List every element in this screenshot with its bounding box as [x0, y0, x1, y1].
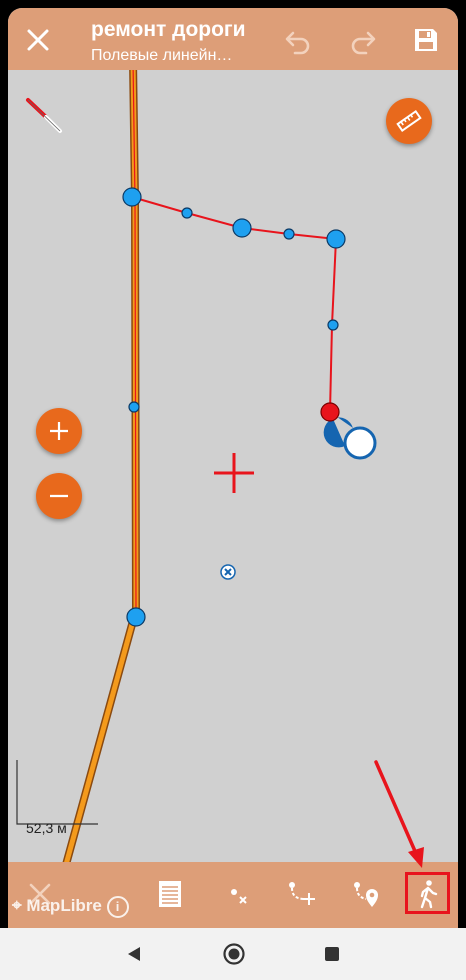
home-button[interactable]: [219, 939, 249, 969]
annotation-overlay: [374, 760, 424, 868]
annotation-arrowhead: [408, 847, 424, 868]
back-icon: [128, 947, 140, 961]
recents-button[interactable]: [318, 940, 346, 968]
recents-icon: [325, 947, 339, 961]
back-button[interactable]: [120, 940, 148, 968]
home-icon: [223, 943, 245, 965]
annotation-arrow: [374, 760, 420, 860]
annotation-highlight-box: [405, 872, 450, 914]
system-nav-bar: [0, 928, 466, 980]
